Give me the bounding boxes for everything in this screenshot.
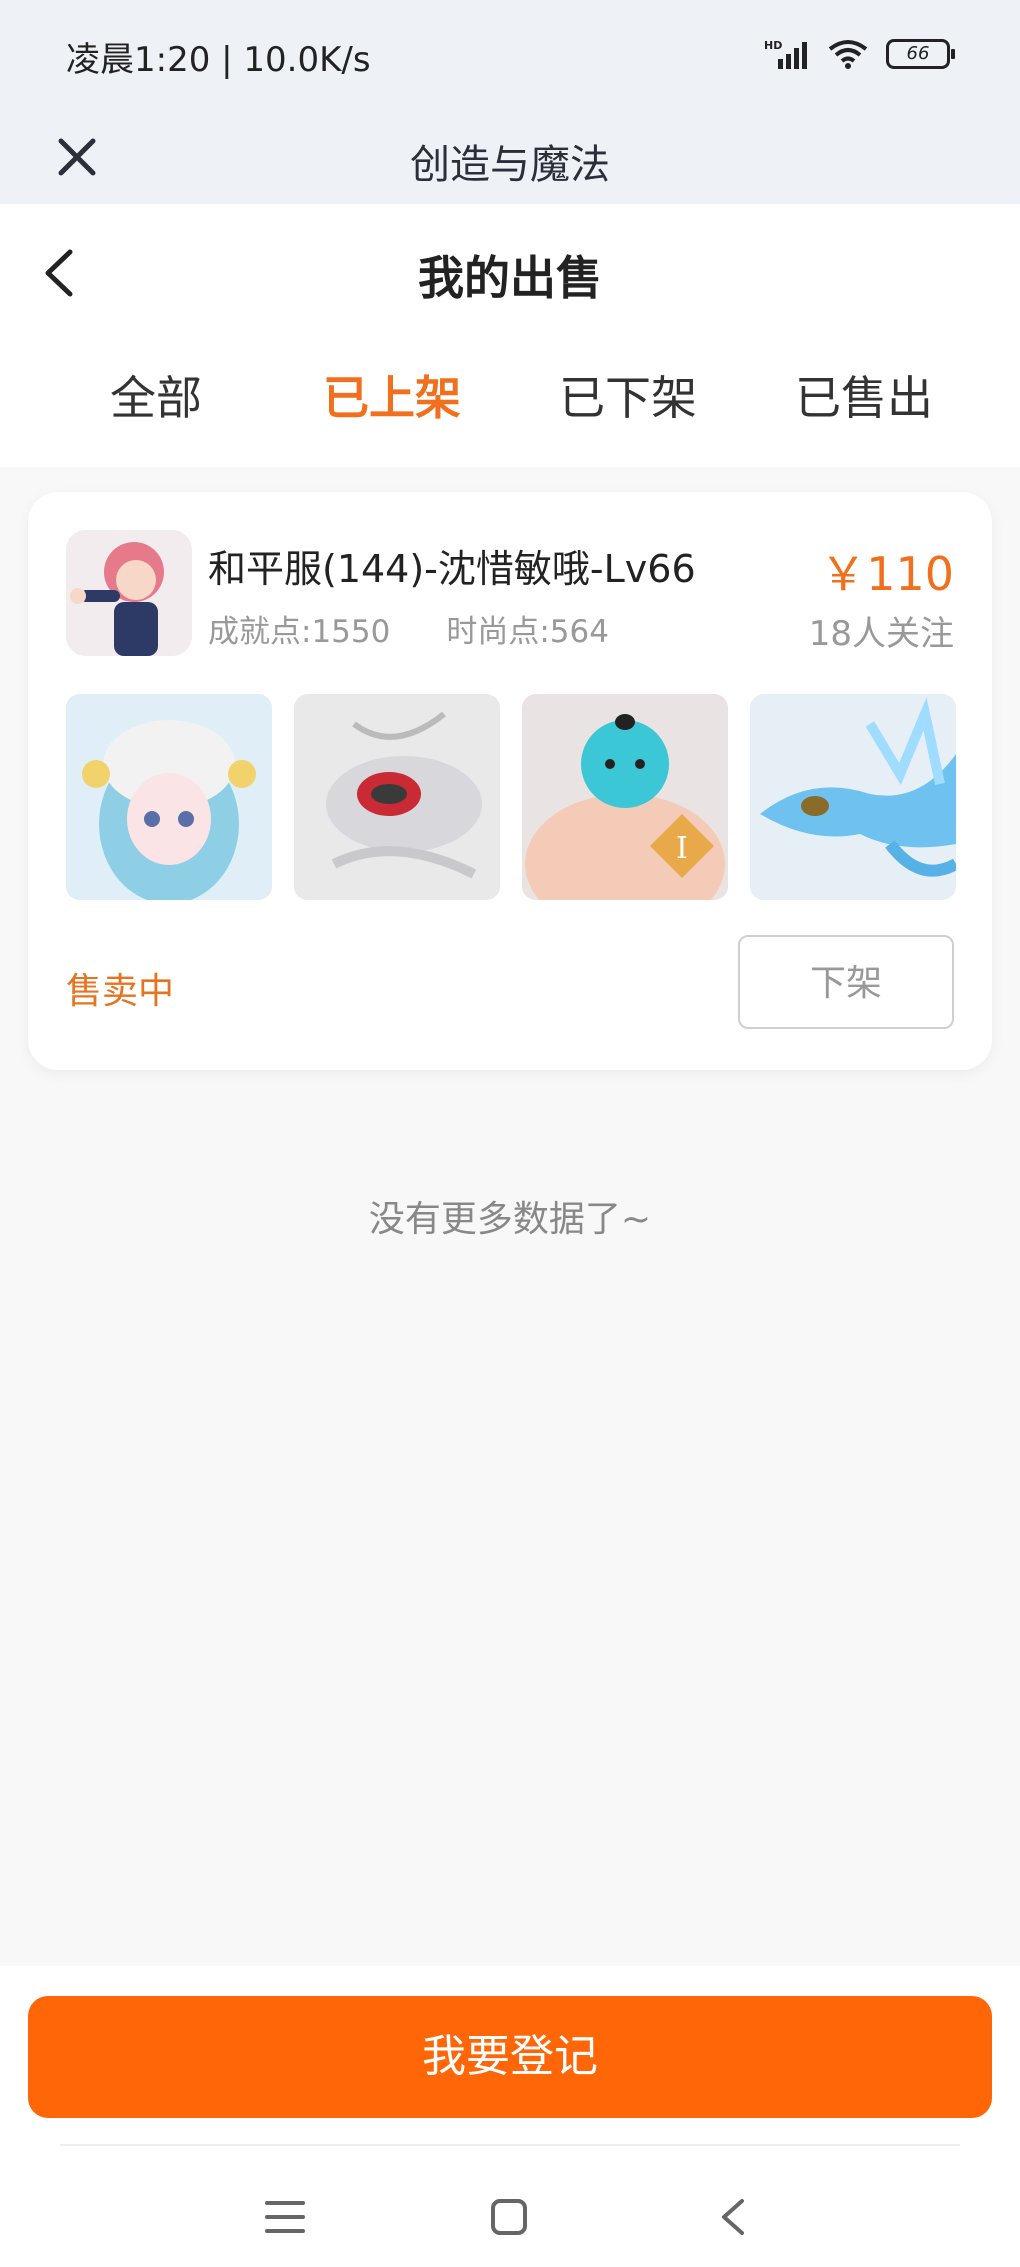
page-header: 我的出售 全部 已上架 已下架 已售出 <box>0 204 1020 467</box>
listing-card[interactable]: 和平服(144)-沈惜敏哦-Lv66 成就点:1550 时尚点:564 ￥110… <box>28 492 992 1070</box>
fashion-points: 时尚点:564 <box>446 614 609 650</box>
app-bar: 创造与魔法 <box>0 110 1020 204</box>
signal-icon: HD <box>764 39 807 69</box>
thumbnail-row: I <box>66 694 956 900</box>
avatar <box>66 530 192 656</box>
page-title: 我的出售 <box>418 251 602 305</box>
status-bar: 凌晨1:20 | 10.0K/s HD 66 <box>0 0 1020 110</box>
divider <box>60 2144 960 2146</box>
sale-status: 售卖中 <box>66 971 175 1012</box>
app-title: 创造与魔法 <box>410 142 610 188</box>
tab-all[interactable]: 全部 <box>56 362 256 428</box>
achievement-points: 成就点:1550 <box>208 614 391 650</box>
back-triangle-icon <box>722 2199 744 2235</box>
battery-icon: 66 <box>886 39 955 69</box>
status-time: 凌晨1:20 | 10.0K/s <box>66 40 371 80</box>
svg-text:I: I <box>676 831 688 866</box>
svg-text:HD: HD <box>764 39 782 52</box>
thumbnail-image[interactable] <box>66 694 272 900</box>
delist-button[interactable]: 下架 <box>738 935 954 1029</box>
followers-count: 18人关注 <box>808 614 954 654</box>
listing-meta: 成就点:1550 时尚点:564 <box>208 606 609 651</box>
end-of-list-text: 没有更多数据了~ <box>368 1199 652 1240</box>
system-nav-bar <box>0 2162 1020 2262</box>
thumbnail-image[interactable] <box>294 694 500 900</box>
tab-bar: 全部 已上架 已下架 已售出 <box>0 362 1020 452</box>
tab-listed[interactable]: 已上架 <box>292 362 492 428</box>
tab-delisted[interactable]: 已下架 <box>528 362 728 428</box>
menu-icon <box>265 2201 305 2233</box>
home-nav-button[interactable] <box>474 2182 544 2252</box>
thumbnail-image[interactable] <box>750 694 956 900</box>
home-square-icon <box>491 2199 527 2235</box>
listing-title: 和平服(144)-沈惜敏哦-Lv66 <box>208 547 696 591</box>
status-icons: HD 66 <box>746 34 955 74</box>
register-button[interactable]: 我要登记 <box>28 1996 992 2118</box>
wifi-icon <box>828 40 868 69</box>
listing-price: ￥110 <box>820 547 954 601</box>
menu-nav-button[interactable] <box>250 2182 320 2252</box>
back-nav-button[interactable] <box>698 2182 768 2252</box>
thumbnail-image[interactable]: I <box>522 694 728 900</box>
bottom-area: 我要登记 <box>0 1966 1020 2267</box>
tab-sold[interactable]: 已售出 <box>764 362 964 428</box>
